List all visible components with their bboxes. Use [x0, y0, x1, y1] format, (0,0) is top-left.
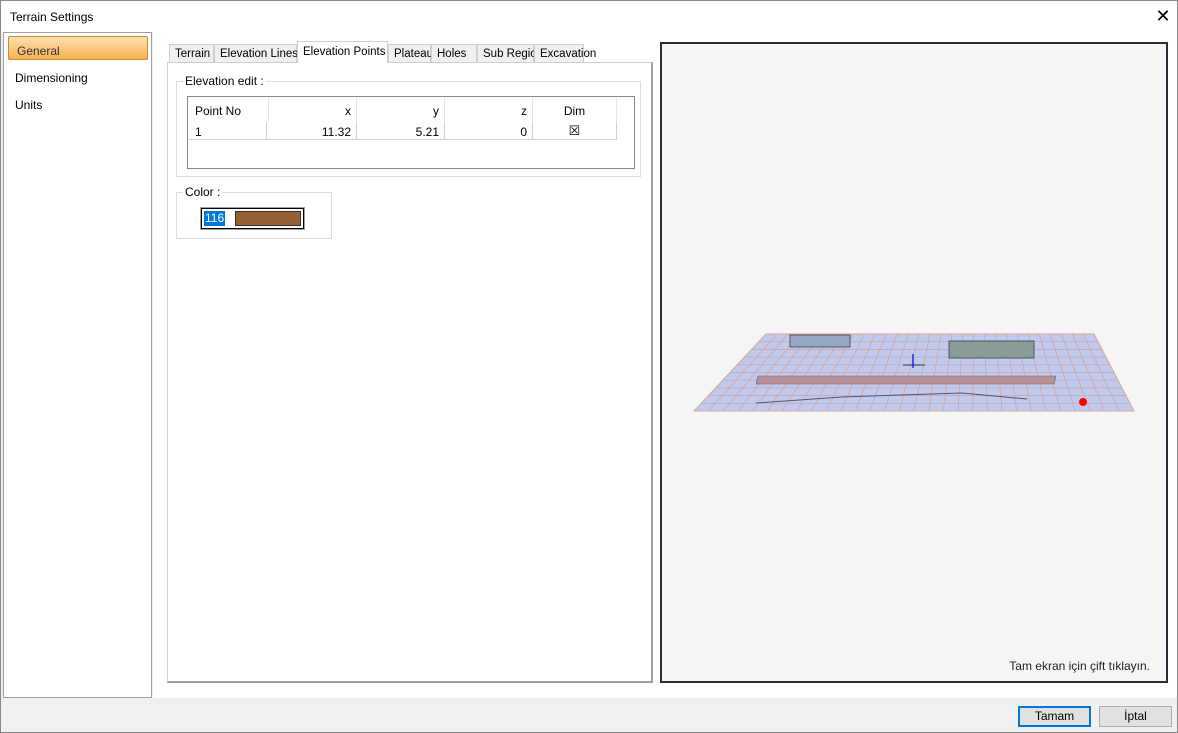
sidebar-item-dimensioning[interactable]: Dimensioning [7, 63, 147, 87]
color-index-value[interactable]: 116 [204, 211, 226, 226]
tab-terrain[interactable]: Terrain [169, 44, 214, 63]
tab-sub-regions[interactable]: Sub Regions [477, 44, 549, 63]
excavation [948, 340, 1035, 359]
terrain-3d-view [692, 333, 1135, 412]
plateau [789, 334, 851, 348]
color-picker[interactable]: 116 [200, 207, 305, 230]
tab-elevation-points[interactable]: Elevation Points [297, 41, 388, 63]
cell-x[interactable]: 11.32 [267, 122, 357, 140]
cell-point-no[interactable]: 1 [189, 122, 267, 140]
terrain-preview[interactable]: Tam ekran için çift tıklayın. [660, 42, 1168, 683]
column-header-dim[interactable]: Dim [533, 98, 617, 122]
elevation-grid[interactable]: Point No x y z Dim 1 11.32 5.21 0 ☒ [187, 96, 635, 169]
cell-y[interactable]: 5.21 [357, 122, 445, 140]
tab-elevation-lines[interactable]: Elevation Lines [214, 44, 298, 63]
dim-checkbox[interactable]: ☒ [533, 122, 617, 140]
sidebar: General Dimensioning Units [3, 32, 152, 698]
close-icon[interactable]: ✕ [1151, 5, 1175, 27]
cancel-button[interactable]: İptal [1099, 706, 1172, 727]
fullscreen-hint: Tam ekran için çift tıklayın. [1009, 659, 1150, 673]
cell-z[interactable]: 0 [445, 122, 533, 140]
elevation-point [1079, 398, 1087, 406]
tab-plateau[interactable]: Plateau [388, 44, 433, 63]
column-header-y[interactable]: y [357, 98, 445, 122]
sidebar-item-units[interactable]: Units [7, 90, 147, 114]
title-bar: Terrain Settings ✕ [1, 1, 1177, 32]
tab-excavation[interactable]: Excavation [534, 44, 596, 63]
color-swatch[interactable] [235, 211, 301, 226]
tab-holes[interactable]: Holes [431, 44, 477, 63]
column-header-point-no[interactable]: Point No [189, 98, 269, 122]
ok-button[interactable]: Tamam [1018, 706, 1091, 727]
sidebar-item-general[interactable]: General [8, 36, 148, 60]
window-title: Terrain Settings [10, 10, 94, 24]
column-header-x[interactable]: x [269, 98, 357, 122]
elevation-edit-label: Elevation edit : [183, 74, 266, 88]
elevation-line-road [755, 375, 1057, 385]
color-label: Color : [183, 185, 223, 199]
column-header-z[interactable]: z [445, 98, 533, 122]
